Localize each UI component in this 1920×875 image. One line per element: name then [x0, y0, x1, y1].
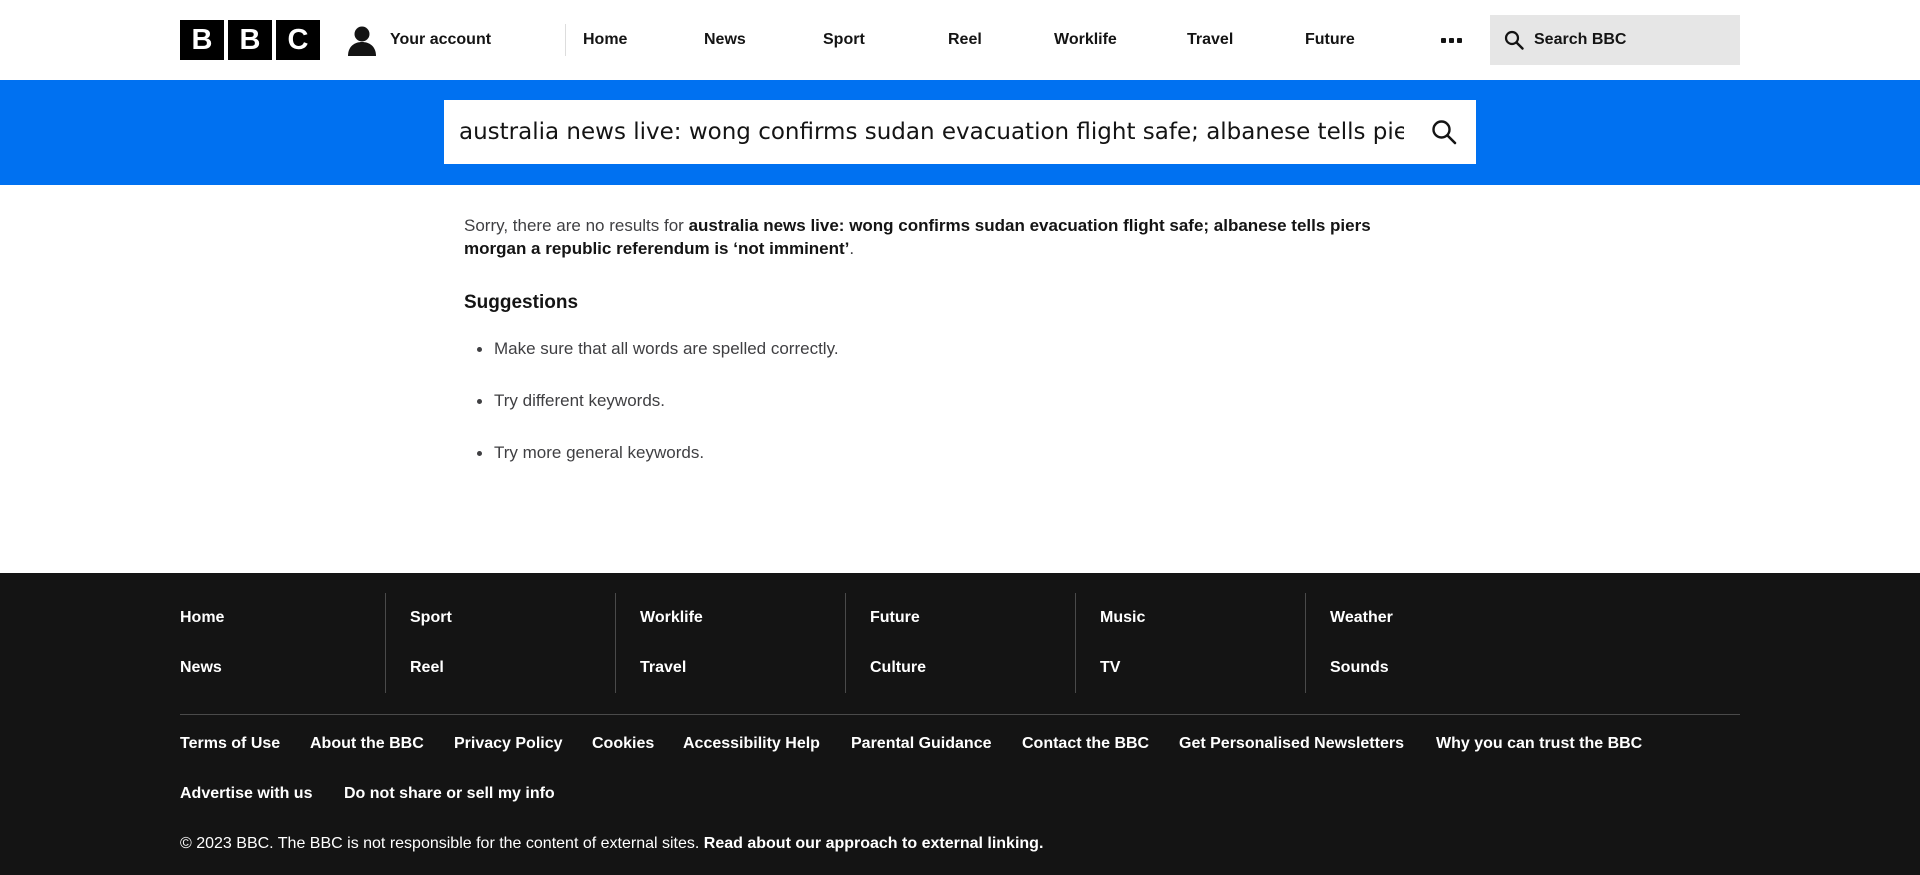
footer-link-parental[interactable]: Parental Guidance [851, 735, 992, 753]
footer-link-tv[interactable]: TV [1100, 659, 1120, 677]
suggestions-heading: Suggestions [464, 292, 579, 313]
account-link[interactable]: Your account [346, 20, 491, 60]
footer-link-travel[interactable]: Travel [640, 659, 686, 677]
no-results-suffix: . [849, 239, 855, 258]
copyright-text: © 2023 BBC. The BBC is not responsible f… [180, 835, 1043, 853]
nav-news[interactable]: News [704, 0, 746, 80]
search-submit-icon[interactable] [1430, 118, 1458, 146]
footer-link-privacy[interactable]: Privacy Policy [454, 735, 563, 753]
more-dot-icon [1456, 37, 1462, 43]
account-label: Your account [390, 31, 492, 48]
nav-reel[interactable]: Reel [948, 0, 982, 80]
header-search-button[interactable]: Search BBC [1490, 15, 1740, 65]
footer-link-newsletters[interactable]: Get Personalised Newsletters [1179, 735, 1404, 753]
search-input[interactable] [444, 100, 1404, 164]
footer-link-news[interactable]: News [180, 659, 222, 677]
footer-column: Worklife Travel [615, 593, 845, 693]
footer-link-worklife[interactable]: Worklife [640, 609, 703, 627]
site-footer: Home News Sport Reel Worklife Travel Fut… [0, 573, 1920, 875]
header-search-label: Search BBC [1534, 31, 1627, 48]
footer-link-cookies[interactable]: Cookies [592, 735, 654, 753]
nav-sport[interactable]: Sport [823, 0, 865, 80]
footer-link-terms[interactable]: Terms of Use [180, 735, 280, 753]
suggestion-item: Try different keywords. [464, 390, 1424, 442]
suggestion-item: Make sure that all words are spelled cor… [464, 338, 1424, 390]
nav-home[interactable]: Home [583, 0, 627, 80]
more-dot-icon [1440, 37, 1446, 43]
nav-travel[interactable]: Travel [1187, 0, 1233, 80]
user-icon [348, 26, 376, 56]
footer-link-about[interactable]: About the BBC [310, 735, 424, 753]
footer-link-sport[interactable]: Sport [410, 609, 452, 627]
search-form [444, 100, 1476, 164]
footer-column: Weather Sounds [1305, 593, 1535, 693]
external-linking-link[interactable]: Read about our approach to external link… [704, 835, 1044, 852]
more-dot-icon [1448, 37, 1454, 43]
search-icon [1504, 30, 1524, 50]
nav-future[interactable]: Future [1305, 0, 1355, 80]
footer-link-accessibility[interactable]: Accessibility Help [683, 735, 820, 753]
nav-worklife[interactable]: Worklife [1054, 0, 1117, 80]
footer-column: Music TV [1075, 593, 1305, 693]
header-divider [565, 24, 566, 56]
results-area: Sorry, there are no results for australi… [464, 214, 1424, 494]
footer-link-advertise[interactable]: Advertise with us [180, 785, 312, 803]
footer-link-music[interactable]: Music [1100, 609, 1145, 627]
footer-link-trust[interactable]: Why you can trust the BBC [1436, 735, 1642, 753]
footer-column: Future Culture [845, 593, 1075, 693]
suggestion-item: Try more general keywords. [464, 442, 1424, 494]
search-band [0, 80, 1920, 185]
no-results-message: Sorry, there are no results for australi… [464, 214, 1424, 260]
footer-link-weather[interactable]: Weather [1330, 609, 1393, 627]
footer-link-do-not-sell[interactable]: Do not share or sell my info [344, 785, 555, 803]
footer-link-reel[interactable]: Reel [410, 659, 444, 677]
logo-letter-b2: B [228, 20, 272, 60]
footer-link-sounds[interactable]: Sounds [1330, 659, 1389, 677]
bbc-logo[interactable]: B B C [180, 20, 320, 60]
footer-link-contact[interactable]: Contact the BBC [1022, 735, 1149, 753]
more-menu-button[interactable] [1436, 28, 1466, 52]
footer-link-home[interactable]: Home [180, 609, 224, 627]
logo-letter-c: C [276, 20, 320, 60]
footer-link-culture[interactable]: Culture [870, 659, 926, 677]
suggestions-list: Make sure that all words are spelled cor… [464, 338, 1424, 494]
no-results-prefix: Sorry, there are no results for [464, 216, 689, 235]
logo-letter-b1: B [180, 20, 224, 60]
footer-column: Sport Reel [385, 593, 615, 693]
copyright-label: © 2023 BBC. The BBC is not responsible f… [180, 835, 704, 852]
footer-column: Home News [180, 593, 385, 693]
site-header: B B C Your account Home News Sport Reel … [0, 0, 1920, 80]
footer-divider [180, 714, 1740, 715]
footer-link-future[interactable]: Future [870, 609, 920, 627]
